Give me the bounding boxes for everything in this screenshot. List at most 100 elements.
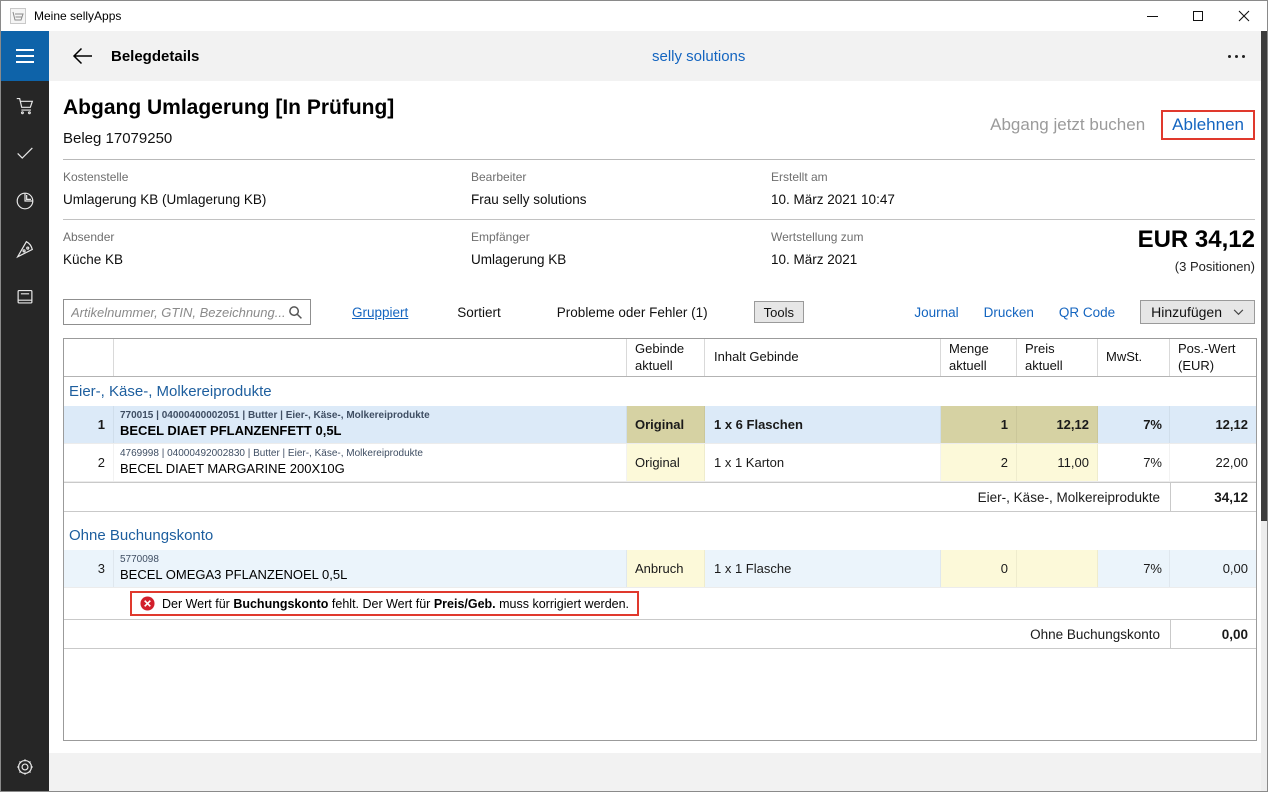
article-meta: 4769998 | 04000492002830 | Butter | Eier…	[120, 447, 423, 461]
toolbar: Gruppiert Sortiert Probleme oder Fehler …	[63, 298, 1255, 326]
row-number: 3	[64, 550, 114, 587]
settings-button[interactable]	[14, 756, 36, 778]
back-button[interactable]	[72, 45, 94, 67]
group-subtotal-row: Ohne Buchungskonto 0,00	[64, 619, 1256, 649]
tools-button[interactable]: Tools	[754, 301, 804, 323]
app-logo-icon	[10, 8, 26, 24]
validation-error: Der Wert für Buchungskonto fehlt. Der We…	[130, 591, 639, 616]
sidebar-item-food[interactable]	[14, 238, 36, 260]
titlebar: Meine sellyApps	[1, 1, 1267, 31]
cell-gebinde[interactable]: Anbruch	[627, 550, 705, 587]
meta-row-1: Kostenstelle Umlagerung KB (Umlagerung K…	[63, 160, 1255, 220]
row-number: 1	[64, 406, 114, 443]
cell-inhalt: 1 x 1 Karton	[705, 444, 941, 481]
cell-preis[interactable]: 11,00	[1017, 444, 1098, 481]
table-row[interactable]: 2 4769998 | 04000492002830 | Butter | Ei…	[64, 444, 1256, 482]
appbar: Belegdetails selly solutions	[1, 31, 1267, 81]
col-preis: Preis aktuell	[1017, 339, 1098, 376]
group-header-ohne-buchungskonto: Ohne Buchungskonto	[64, 521, 1256, 550]
window-controls	[1129, 1, 1267, 31]
meta-value-empfaenger: Umlagerung KB	[471, 252, 771, 267]
footer-bar	[49, 753, 1267, 791]
meta-label-kostenstelle: Kostenstelle	[63, 170, 471, 184]
search-icon[interactable]	[288, 305, 303, 320]
meta-value-absender: Küche KB	[63, 252, 471, 267]
meta-label-erstellt: Erstellt am	[771, 170, 1071, 184]
article-name: BECEL DIAET MARGARINE 200X10G	[120, 460, 423, 478]
cell-inhalt: 1 x 1 Flasche	[705, 550, 941, 587]
add-button[interactable]: Hinzufügen	[1140, 300, 1255, 324]
minimize-icon	[1147, 16, 1158, 17]
app-window: { "window": { "title": "Meine sellyApps"…	[0, 0, 1268, 792]
qrcode-link[interactable]: QR Code	[1059, 305, 1115, 320]
cell-preis[interactable]: 12,12	[1017, 406, 1098, 443]
meta-value-bearbeiter: Frau selly solutions	[471, 192, 771, 207]
cell-mwst: 7%	[1098, 444, 1170, 481]
group-header-molkereiprodukte: Eier-, Käse-, Molkereiprodukte	[64, 377, 1256, 406]
cell-menge[interactable]: 1	[941, 406, 1017, 443]
back-icon	[72, 45, 94, 67]
cell-menge[interactable]: 2	[941, 444, 1017, 481]
more-icon	[1228, 55, 1231, 58]
cell-gebinde[interactable]: Original	[627, 444, 705, 481]
sidebar-item-cart[interactable]	[14, 94, 36, 116]
cell-mwst: 7%	[1098, 550, 1170, 587]
main-content: Abgang Umlagerung [In Prüfung] Beleg 170…	[49, 81, 1267, 791]
cart-icon	[14, 94, 36, 116]
meta-label-absender: Absender	[63, 230, 471, 244]
menu-icon	[16, 49, 34, 51]
subtotal-value: 0,00	[1170, 620, 1256, 648]
reject-button[interactable]: Ablehnen	[1161, 110, 1255, 140]
sidebar-item-reports[interactable]	[14, 190, 36, 212]
position-count: (3 Positionen)	[1071, 259, 1255, 274]
maximize-button[interactable]	[1175, 1, 1221, 31]
table-header-row: Gebinde aktuell Inhalt Gebinde Menge akt…	[64, 339, 1256, 377]
cell-wert: 22,00	[1170, 444, 1256, 481]
error-row: Der Wert für Buchungskonto fehlt. Der We…	[64, 588, 1256, 619]
cell-wert: 12,12	[1170, 406, 1256, 443]
sidebar-item-journal[interactable]	[14, 286, 36, 308]
group-subtotal-row: Eier-, Käse-, Molkereiprodukte 34,12	[64, 482, 1256, 512]
brand-label: selly solutions	[652, 48, 745, 65]
print-link[interactable]: Drucken	[984, 305, 1034, 320]
table-row[interactable]: 3 5770098 BECEL OMEGA3 PFLANZENOEL 0,5L …	[64, 550, 1256, 588]
subtotal-value: 34,12	[1170, 483, 1256, 511]
table-row[interactable]: 1 770015 | 04000400002051 | Butter | Eie…	[64, 406, 1256, 444]
cell-preis[interactable]	[1017, 550, 1098, 587]
cell-inhalt: 1 x 6 Flaschen	[705, 406, 941, 443]
positions-table: Gebinde aktuell Inhalt Gebinde Menge akt…	[63, 338, 1257, 741]
window-title: Meine sellyApps	[34, 9, 121, 23]
menu-button[interactable]	[1, 31, 49, 81]
close-icon	[1238, 10, 1250, 22]
meta-value-erstellt: 10. März 2021 10:47	[771, 192, 1071, 207]
meta-label-bearbeiter: Bearbeiter	[471, 170, 771, 184]
scrollbar-thumb[interactable]	[1261, 31, 1267, 521]
cell-gebinde[interactable]: Original	[627, 406, 705, 443]
article-name: BECEL DIAET PFLANZENFETT 0,5L	[120, 422, 430, 440]
cell-menge[interactable]: 0	[941, 550, 1017, 587]
meta-row-2: Absender Küche KB Empfänger Umlagerung K…	[63, 220, 1255, 286]
filter-grouped[interactable]: Gruppiert	[352, 305, 408, 320]
meta-label-empfaenger: Empfänger	[471, 230, 771, 244]
page-title: Belegdetails	[111, 48, 199, 65]
search-box	[63, 299, 311, 325]
error-text: Der Wert für Buchungskonto fehlt. Der We…	[162, 597, 629, 611]
filter-sorted[interactable]: Sortiert	[457, 305, 501, 320]
col-wert: Pos.-Wert (EUR)	[1170, 339, 1256, 376]
sidebar-item-tasks[interactable]	[14, 142, 36, 164]
filter-problems[interactable]: Probleme oder Fehler (1)	[557, 305, 708, 320]
vertical-scrollbar	[1261, 31, 1267, 791]
more-button[interactable]	[1222, 49, 1251, 64]
close-button[interactable]	[1221, 1, 1267, 31]
article-meta: 5770098	[120, 553, 347, 567]
cell-mwst: 7%	[1098, 406, 1170, 443]
minimize-button[interactable]	[1129, 1, 1175, 31]
search-input[interactable]	[71, 305, 288, 320]
check-icon	[14, 142, 36, 164]
maximize-icon	[1193, 11, 1203, 21]
document-title: Abgang Umlagerung [In Prüfung]	[63, 96, 394, 120]
journal-link[interactable]: Journal	[914, 305, 958, 320]
pizza-icon	[14, 238, 36, 260]
col-inhalt: Inhalt Gebinde	[705, 339, 941, 376]
book-now-button[interactable]: Abgang jetzt buchen	[990, 115, 1145, 135]
